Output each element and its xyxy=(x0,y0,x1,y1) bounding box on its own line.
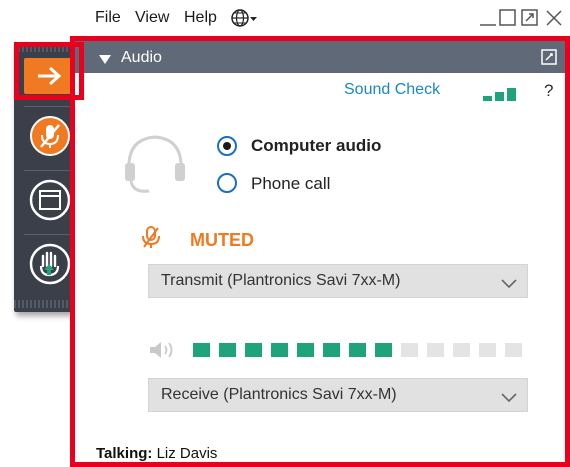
toolbar-separator xyxy=(24,234,76,235)
raise-hand-icon xyxy=(28,243,72,290)
toolbar-window-button[interactable] xyxy=(28,178,72,222)
language-globe-icon[interactable] xyxy=(230,7,258,34)
highlight-frame-audio-panel xyxy=(70,36,570,467)
minimize-icon[interactable] xyxy=(478,6,498,33)
maximize-icon[interactable] xyxy=(498,6,518,33)
toolbar-separator xyxy=(24,170,76,171)
popout-icon[interactable] xyxy=(520,6,540,33)
toolbar-raise-hand-button[interactable] xyxy=(28,242,72,286)
window-icon xyxy=(28,179,72,226)
menu-bar: File View Help xyxy=(84,0,570,36)
menu-help[interactable]: Help xyxy=(184,9,217,27)
menu-view[interactable]: View xyxy=(135,9,169,27)
close-icon[interactable] xyxy=(544,6,564,33)
menu-file[interactable]: File xyxy=(95,9,121,27)
toolbar-separator xyxy=(24,106,76,107)
mic-muted-icon xyxy=(28,116,72,162)
toolbar-mute-button[interactable] xyxy=(28,114,72,158)
